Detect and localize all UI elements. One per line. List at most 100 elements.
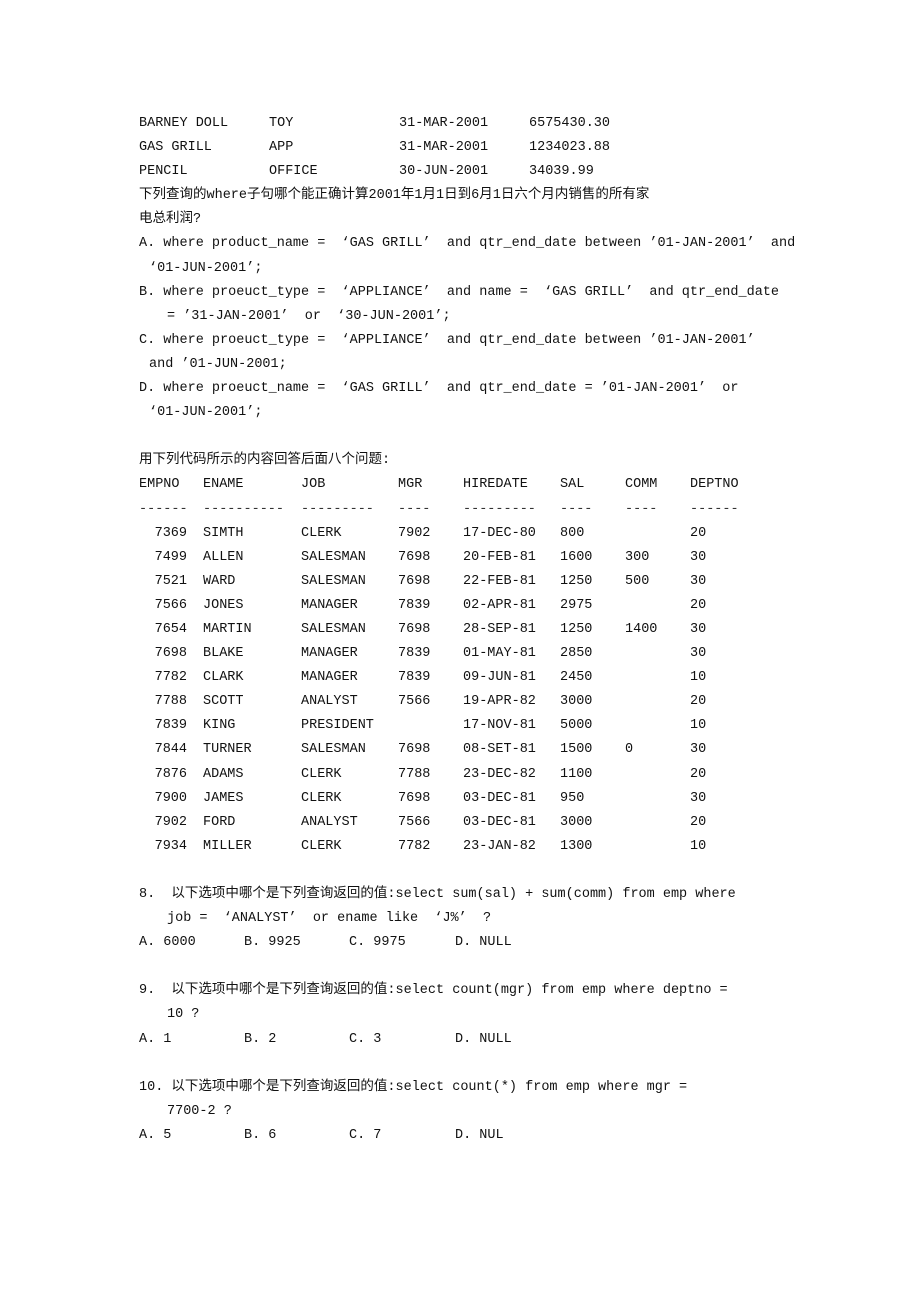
table-row: 7902 FORD ANALYST 7566 03-DEC-81 3000 20 — [139, 811, 819, 835]
table-row: 7499 ALLEN SALESMAN 7698 20-FEB-81 1600 300 30 — [139, 546, 819, 570]
cell: SAL — [560, 477, 585, 493]
cell: 7566 — [398, 694, 431, 710]
cell: 800 — [560, 525, 585, 541]
cell: 7839 — [398, 597, 431, 613]
cell: 7902 — [398, 525, 431, 541]
cell: ---- — [398, 501, 431, 517]
product-type: TOY — [269, 116, 294, 131]
table-row: 7654 MARTIN SALESMAN 7698 28-SEP-81 1250 1400 3… — [139, 618, 819, 642]
answer-option: ‘01-JUN-2001’; — [149, 260, 263, 276]
document-body: BARNEY DOLL TOY 31-MAR-2001 6575430.30 GAS G… — [139, 112, 819, 1148]
cell: 7566 — [154, 597, 187, 613]
cell: 7698 — [398, 549, 431, 565]
product-type: APP — [269, 140, 294, 156]
cell: TURNER — [203, 742, 252, 758]
cell: 1250 — [560, 573, 593, 589]
cell: --------- — [301, 501, 374, 517]
option-b: B. 6 — [244, 1127, 277, 1143]
cell: CLARK — [203, 670, 244, 686]
product-row: GAS GRILL APP 31-MAR-2001 1234023.88 — [139, 136, 819, 160]
cell: PRESIDENT — [301, 718, 374, 734]
product-row: BARNEY DOLL TOY 31-MAR-2001 6575430.30 — [139, 112, 819, 136]
option-c: C. 7 — [349, 1127, 382, 1143]
answer-option: = ’31-JAN-2001’ or ‘30-JUN-2001’; — [167, 308, 451, 324]
cell: ANALYST — [301, 694, 358, 710]
cell: 950 — [560, 790, 585, 806]
cell: 5000 — [560, 718, 593, 734]
cell: 7521 — [154, 573, 187, 589]
cell: 2975 — [560, 597, 593, 613]
cell: 2850 — [560, 646, 593, 662]
question-text: 下列查询的where子句哪个能正确计算2001年1月1日到6月1日六个月内销售的… — [139, 188, 650, 204]
cell: 7934 — [154, 838, 187, 854]
question-text: 10 ? — [167, 1007, 200, 1023]
cell: 7698 — [398, 790, 431, 806]
cell: 0 — [625, 742, 634, 758]
cell: --------- — [463, 501, 536, 517]
cell: 7788 — [398, 766, 431, 782]
cell: 7839 — [398, 646, 431, 662]
cell: KING — [203, 718, 236, 734]
question-text: 7700-2 ? — [167, 1103, 232, 1119]
profit: 34039.99 — [529, 164, 594, 180]
answer-option: ‘01-JUN-2001’; — [149, 405, 263, 421]
answer-option: B. where proeuct_type = ‘APPLIANCE’ and … — [139, 284, 780, 300]
option-b: B. 2 — [244, 1031, 277, 1047]
cell: 10 — [690, 718, 707, 734]
cell: 1300 — [560, 838, 593, 854]
cell: 19-APR-82 — [463, 694, 536, 710]
cell — [625, 835, 690, 859]
cell: 7844 — [154, 742, 187, 758]
table-row: 7521 WARD SALESMAN 7698 22-FEB-81 1250 500 30 — [139, 570, 819, 594]
answer-option: and ’01-JUN-2001; — [149, 356, 287, 372]
cell: 7698 — [398, 573, 431, 589]
cell: 1100 — [560, 766, 593, 782]
cell — [398, 714, 463, 738]
cell — [625, 690, 690, 714]
cell — [625, 714, 690, 738]
cell: ANALYST — [301, 814, 358, 830]
cell: 09-JUN-81 — [463, 670, 536, 686]
document-page: BARNEY DOLL TOY 31-MAR-2001 6575430.30 GAS G… — [0, 0, 920, 1302]
cell: SCOTT — [203, 694, 244, 710]
option-a: A. 1 — [139, 1031, 172, 1047]
cell — [625, 594, 690, 618]
cell: MANAGER — [301, 646, 358, 662]
cell: 7499 — [154, 549, 187, 565]
cell: 03-DEC-81 — [463, 814, 536, 830]
cell: 01-MAY-81 — [463, 646, 536, 662]
cell: HIREDATE — [463, 477, 528, 493]
cell: 7839 — [398, 670, 431, 686]
table-header-divider: ------ ---------- --------- ---- --------- --… — [139, 498, 819, 522]
cell: JONES — [203, 597, 244, 613]
table-row: 7839 KING PRESIDENT 17-NOV-81 5000 10 — [139, 714, 819, 738]
cell — [625, 522, 690, 546]
cell: ---------- — [203, 501, 285, 517]
cell: ---- — [625, 501, 658, 517]
cell: SIMTH — [203, 525, 244, 541]
table-row: 7369 SIMTH CLERK 7902 17-DEC-80 800 20 — [139, 522, 819, 546]
profit: 6575430.30 — [529, 116, 611, 131]
answer-option: C. where proeuct_type = ‘APPLIANCE’ and … — [139, 332, 755, 348]
option-a: A. 6000 — [139, 935, 196, 951]
section-intro: 用下列代码所示的内容回答后面八个问题: — [139, 453, 391, 469]
table-row: 7782 CLARK MANAGER 7839 09-JUN-81 2450 10 — [139, 666, 819, 690]
option-c: C. 9975 — [349, 935, 406, 951]
cell: 7782 — [398, 838, 431, 854]
cell: MARTIN — [203, 621, 252, 637]
cell: JAMES — [203, 790, 244, 806]
cell: WARD — [203, 573, 236, 589]
cell: 7698 — [398, 742, 431, 758]
product-name: GAS GRILL — [139, 140, 212, 156]
cell: 28-SEP-81 — [463, 621, 536, 637]
cell — [625, 666, 690, 690]
product-name: PENCIL — [139, 164, 188, 180]
cell: MANAGER — [301, 670, 358, 686]
answer-options: A. 5 B. 6 C. 7 D. NUL — [139, 1124, 819, 1148]
answer-option: A. where product_name = ‘GAS GRILL’ and … — [139, 236, 796, 252]
cell: 17-NOV-81 — [463, 718, 536, 734]
cell: 1250 — [560, 621, 593, 637]
table-row: 7844 TURNER SALESMAN 7698 08-SET-81 1500 0 30 — [139, 738, 819, 762]
cell: DEPTNO — [690, 477, 739, 493]
cell: CLERK — [301, 525, 342, 541]
